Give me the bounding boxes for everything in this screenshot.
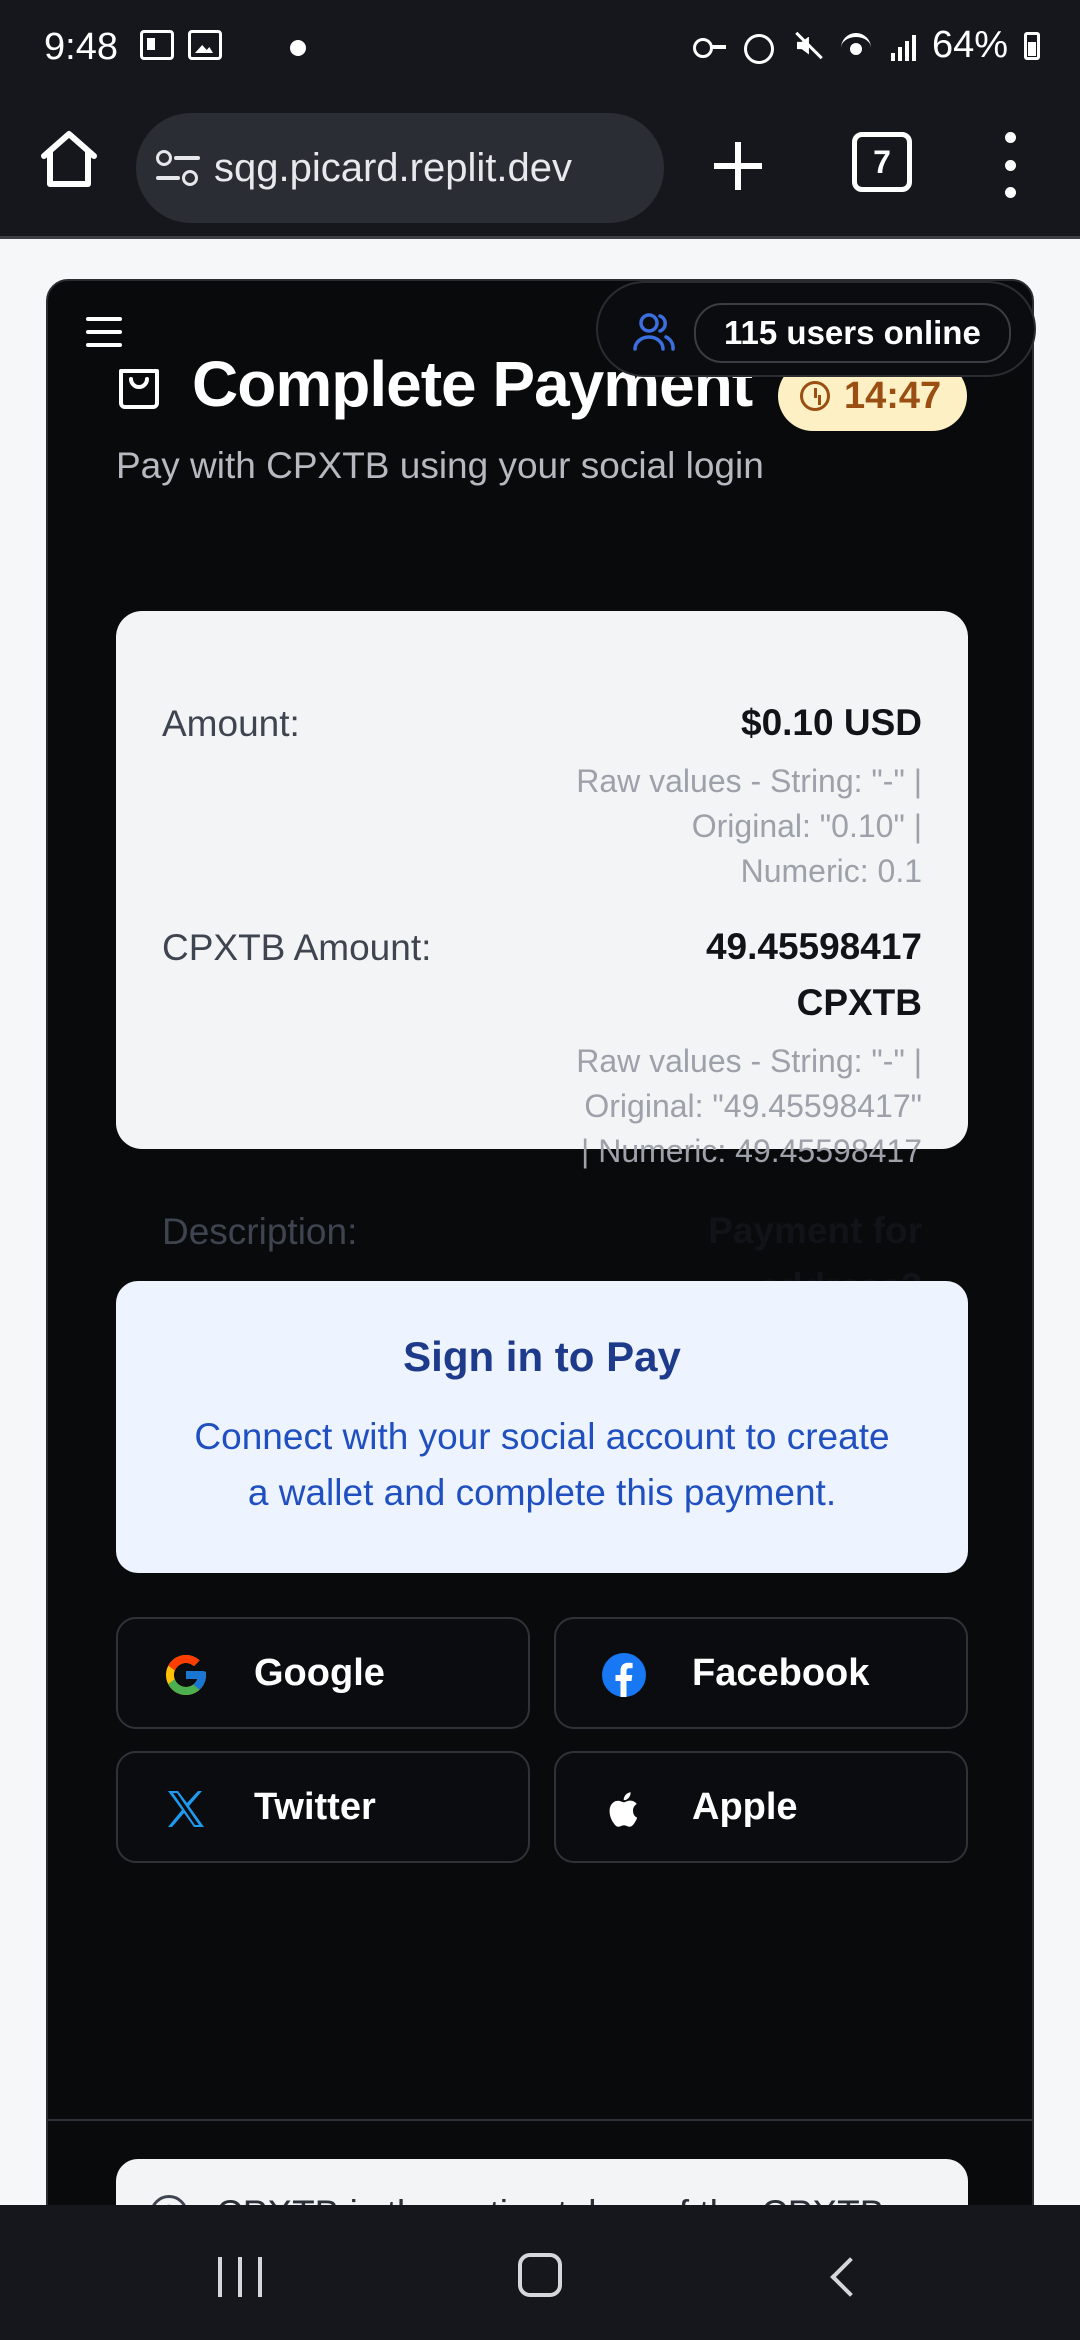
- description-label: Description:: [162, 1211, 358, 1252]
- twitter-login-button[interactable]: Twitter: [116, 1751, 530, 1863]
- signin-prompt: Sign in to Pay Connect with your social …: [116, 1281, 968, 1573]
- signin-title: Sign in to Pay: [403, 1333, 681, 1380]
- signin-description: Connect with your social account to crea…: [194, 1416, 890, 1513]
- x-twitter-icon: [168, 1791, 204, 1827]
- battery-icon: [1024, 31, 1040, 60]
- back-button[interactable]: [830, 2257, 870, 2297]
- status-bar: 9:48 64%: [0, 0, 1080, 100]
- info-panel: ? CPXTB is the native token of the CPXTB: [116, 2159, 968, 2205]
- payment-card: Complete Payment 14:47 115 users online …: [46, 279, 1036, 2205]
- browser-toolbar: sqg.picard.replit.dev 7: [0, 100, 1080, 239]
- twitter-label: Twitter: [254, 1785, 376, 1828]
- home-button[interactable]: [518, 2253, 562, 2297]
- signal-icon: [890, 31, 916, 61]
- mute-icon: [791, 29, 825, 63]
- new-tab-button[interactable]: [708, 136, 768, 196]
- users-icon: [633, 313, 675, 351]
- info-text: CPXTB is the native token of the CPXTB: [216, 2193, 884, 2205]
- alarm-icon: [741, 29, 775, 64]
- facebook-icon: [602, 1653, 646, 1697]
- google-login-button[interactable]: Google: [116, 1617, 530, 1729]
- url-text[interactable]: sqg.picard.replit.dev: [214, 146, 572, 191]
- browser-menu-icon[interactable]: [1000, 132, 1020, 198]
- amount-raw-values: Raw values - String: "-" | Original: "0.…: [576, 763, 922, 889]
- dot-icon: [290, 40, 306, 56]
- hamburger-menu-icon[interactable]: [86, 317, 122, 347]
- status-system-icons: 64%: [691, 24, 1040, 67]
- cpxtb-amount-value: 49.45598417 CPXTB: [705, 926, 922, 1023]
- google-label: Google: [254, 1651, 385, 1694]
- google-icon: [166, 1655, 206, 1695]
- apple-icon: [609, 1792, 638, 1827]
- home-icon[interactable]: [36, 126, 102, 192]
- page-content: Complete Payment 14:47 115 users online …: [0, 239, 1080, 2205]
- tab-switcher-button[interactable]: 7: [852, 132, 912, 192]
- apple-login-button[interactable]: Apple: [554, 1751, 968, 1863]
- cpxtb-raw-values: Raw values - String: "-" | Original: "49…: [576, 1043, 922, 1169]
- address-bar[interactable]: sqg.picard.replit.dev: [136, 100, 664, 236]
- timer-value: 14:47: [844, 374, 942, 417]
- system-navigation-bar: [0, 2205, 1080, 2340]
- amount-value: $0.10 USD: [741, 702, 922, 743]
- online-users-widget: 115 users online: [596, 281, 1036, 377]
- battery-percent: 64%: [931, 24, 1008, 66]
- key-icon: [691, 29, 726, 63]
- status-notification-icons: [140, 30, 222, 60]
- help-circle-icon: ?: [150, 2195, 188, 2205]
- recent-apps-button[interactable]: [218, 2257, 262, 2297]
- clock-icon: [800, 381, 830, 411]
- news-icon: [140, 30, 174, 60]
- site-settings-icon[interactable]: [156, 148, 200, 188]
- facebook-label: Facebook: [692, 1651, 870, 1694]
- status-time: 9:48: [44, 26, 118, 68]
- apple-label: Apple: [692, 1785, 798, 1828]
- payment-details-panel: Amount: $0.10 USD Raw values - String: "…: [116, 611, 968, 1307]
- photo-icon: [188, 30, 222, 60]
- online-users-count: 115 users online: [694, 303, 1011, 363]
- amount-label: Amount:: [162, 703, 300, 744]
- section-divider: [48, 2119, 1032, 2121]
- wifi-icon: [840, 29, 875, 63]
- cpxtb-amount-label: CPXTB Amount:: [162, 927, 432, 968]
- shopping-bag-icon: [119, 369, 159, 409]
- page-subtitle: Pay with CPXTB using your social login: [116, 445, 764, 486]
- facebook-login-button[interactable]: Facebook: [554, 1617, 968, 1729]
